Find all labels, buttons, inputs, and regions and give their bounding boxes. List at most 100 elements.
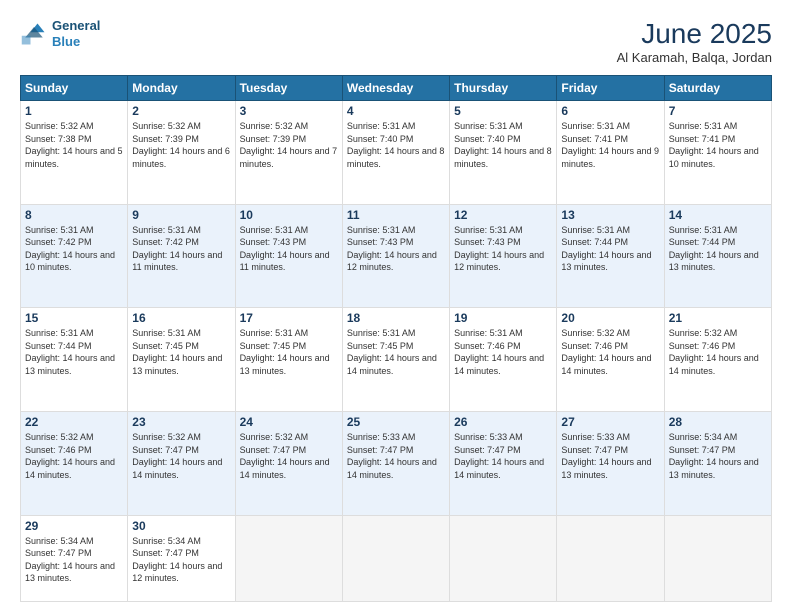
calendar-table: Sunday Monday Tuesday Wednesday Thursday… — [20, 75, 772, 602]
day-info: Sunrise: 5:31 AM Sunset: 7:45 PM Dayligh… — [347, 327, 445, 377]
day-number: 15 — [25, 311, 123, 325]
day-info: Sunrise: 5:33 AM Sunset: 7:47 PM Dayligh… — [454, 431, 552, 481]
page: General Blue June 2025 Al Karamah, Balqa… — [0, 0, 792, 612]
day-info: Sunrise: 5:31 AM Sunset: 7:43 PM Dayligh… — [454, 224, 552, 274]
day-info: Sunrise: 5:31 AM Sunset: 7:45 PM Dayligh… — [240, 327, 338, 377]
logo-general: General — [52, 18, 100, 33]
table-row: 14 Sunrise: 5:31 AM Sunset: 7:44 PM Dayl… — [664, 204, 771, 308]
logo: General Blue — [20, 18, 100, 49]
day-number: 7 — [669, 104, 767, 118]
calendar-week-row: 29 Sunrise: 5:34 AM Sunset: 7:47 PM Dayl… — [21, 515, 772, 601]
day-info: Sunrise: 5:31 AM Sunset: 7:43 PM Dayligh… — [240, 224, 338, 274]
day-number: 21 — [669, 311, 767, 325]
day-number: 13 — [561, 208, 659, 222]
calendar-week-row: 1 Sunrise: 5:32 AM Sunset: 7:38 PM Dayli… — [21, 101, 772, 205]
day-number: 10 — [240, 208, 338, 222]
day-info: Sunrise: 5:31 AM Sunset: 7:44 PM Dayligh… — [669, 224, 767, 274]
table-row: 23 Sunrise: 5:32 AM Sunset: 7:47 PM Dayl… — [128, 411, 235, 515]
day-info: Sunrise: 5:32 AM Sunset: 7:46 PM Dayligh… — [561, 327, 659, 377]
table-row: 6 Sunrise: 5:31 AM Sunset: 7:41 PM Dayli… — [557, 101, 664, 205]
calendar-header-row: Sunday Monday Tuesday Wednesday Thursday… — [21, 76, 772, 101]
logo-icon — [20, 20, 48, 48]
table-row: 12 Sunrise: 5:31 AM Sunset: 7:43 PM Dayl… — [450, 204, 557, 308]
calendar-week-row: 15 Sunrise: 5:31 AM Sunset: 7:44 PM Dayl… — [21, 308, 772, 412]
day-number: 1 — [25, 104, 123, 118]
day-number: 4 — [347, 104, 445, 118]
day-number: 16 — [132, 311, 230, 325]
day-info: Sunrise: 5:31 AM Sunset: 7:42 PM Dayligh… — [25, 224, 123, 274]
day-info: Sunrise: 5:31 AM Sunset: 7:42 PM Dayligh… — [132, 224, 230, 274]
calendar-week-row: 8 Sunrise: 5:31 AM Sunset: 7:42 PM Dayli… — [21, 204, 772, 308]
table-row: 8 Sunrise: 5:31 AM Sunset: 7:42 PM Dayli… — [21, 204, 128, 308]
day-info: Sunrise: 5:32 AM Sunset: 7:47 PM Dayligh… — [240, 431, 338, 481]
day-info: Sunrise: 5:32 AM Sunset: 7:46 PM Dayligh… — [669, 327, 767, 377]
header-sunday: Sunday — [21, 76, 128, 101]
logo-blue: Blue — [52, 34, 80, 49]
day-number: 23 — [132, 415, 230, 429]
table-row: 1 Sunrise: 5:32 AM Sunset: 7:38 PM Dayli… — [21, 101, 128, 205]
day-info: Sunrise: 5:31 AM Sunset: 7:40 PM Dayligh… — [347, 120, 445, 170]
table-row — [235, 515, 342, 601]
table-row: 10 Sunrise: 5:31 AM Sunset: 7:43 PM Dayl… — [235, 204, 342, 308]
day-number: 3 — [240, 104, 338, 118]
table-row: 28 Sunrise: 5:34 AM Sunset: 7:47 PM Dayl… — [664, 411, 771, 515]
table-row: 30 Sunrise: 5:34 AM Sunset: 7:47 PM Dayl… — [128, 515, 235, 601]
table-row — [664, 515, 771, 601]
day-number: 27 — [561, 415, 659, 429]
day-number: 17 — [240, 311, 338, 325]
table-row: 25 Sunrise: 5:33 AM Sunset: 7:47 PM Dayl… — [342, 411, 449, 515]
day-number: 28 — [669, 415, 767, 429]
header-thursday: Thursday — [450, 76, 557, 101]
day-number: 25 — [347, 415, 445, 429]
day-info: Sunrise: 5:32 AM Sunset: 7:39 PM Dayligh… — [240, 120, 338, 170]
table-row: 7 Sunrise: 5:31 AM Sunset: 7:41 PM Dayli… — [664, 101, 771, 205]
day-number: 8 — [25, 208, 123, 222]
table-row: 13 Sunrise: 5:31 AM Sunset: 7:44 PM Dayl… — [557, 204, 664, 308]
table-row: 16 Sunrise: 5:31 AM Sunset: 7:45 PM Dayl… — [128, 308, 235, 412]
day-info: Sunrise: 5:34 AM Sunset: 7:47 PM Dayligh… — [132, 535, 230, 585]
header-saturday: Saturday — [664, 76, 771, 101]
table-row: 4 Sunrise: 5:31 AM Sunset: 7:40 PM Dayli… — [342, 101, 449, 205]
header-wednesday: Wednesday — [342, 76, 449, 101]
table-row: 19 Sunrise: 5:31 AM Sunset: 7:46 PM Dayl… — [450, 308, 557, 412]
day-number: 5 — [454, 104, 552, 118]
day-info: Sunrise: 5:33 AM Sunset: 7:47 PM Dayligh… — [561, 431, 659, 481]
day-info: Sunrise: 5:31 AM Sunset: 7:45 PM Dayligh… — [132, 327, 230, 377]
day-number: 6 — [561, 104, 659, 118]
header-tuesday: Tuesday — [235, 76, 342, 101]
table-row: 17 Sunrise: 5:31 AM Sunset: 7:45 PM Dayl… — [235, 308, 342, 412]
day-number: 22 — [25, 415, 123, 429]
day-info: Sunrise: 5:32 AM Sunset: 7:47 PM Dayligh… — [132, 431, 230, 481]
day-number: 20 — [561, 311, 659, 325]
table-row: 24 Sunrise: 5:32 AM Sunset: 7:47 PM Dayl… — [235, 411, 342, 515]
day-number: 29 — [25, 519, 123, 533]
day-number: 18 — [347, 311, 445, 325]
location: Al Karamah, Balqa, Jordan — [617, 50, 772, 65]
table-row: 5 Sunrise: 5:31 AM Sunset: 7:40 PM Dayli… — [450, 101, 557, 205]
table-row: 9 Sunrise: 5:31 AM Sunset: 7:42 PM Dayli… — [128, 204, 235, 308]
table-row: 21 Sunrise: 5:32 AM Sunset: 7:46 PM Dayl… — [664, 308, 771, 412]
table-row: 29 Sunrise: 5:34 AM Sunset: 7:47 PM Dayl… — [21, 515, 128, 601]
table-row — [450, 515, 557, 601]
day-info: Sunrise: 5:34 AM Sunset: 7:47 PM Dayligh… — [669, 431, 767, 481]
day-number: 24 — [240, 415, 338, 429]
day-info: Sunrise: 5:32 AM Sunset: 7:39 PM Dayligh… — [132, 120, 230, 170]
table-row — [557, 515, 664, 601]
day-info: Sunrise: 5:31 AM Sunset: 7:44 PM Dayligh… — [25, 327, 123, 377]
table-row — [342, 515, 449, 601]
table-row: 20 Sunrise: 5:32 AM Sunset: 7:46 PM Dayl… — [557, 308, 664, 412]
day-info: Sunrise: 5:31 AM Sunset: 7:41 PM Dayligh… — [669, 120, 767, 170]
header-friday: Friday — [557, 76, 664, 101]
table-row: 18 Sunrise: 5:31 AM Sunset: 7:45 PM Dayl… — [342, 308, 449, 412]
day-info: Sunrise: 5:32 AM Sunset: 7:38 PM Dayligh… — [25, 120, 123, 170]
day-number: 12 — [454, 208, 552, 222]
day-number: 11 — [347, 208, 445, 222]
day-number: 14 — [669, 208, 767, 222]
logo-text: General Blue — [52, 18, 100, 49]
day-number: 9 — [132, 208, 230, 222]
table-row: 22 Sunrise: 5:32 AM Sunset: 7:46 PM Dayl… — [21, 411, 128, 515]
title-block: June 2025 Al Karamah, Balqa, Jordan — [617, 18, 772, 65]
table-row: 11 Sunrise: 5:31 AM Sunset: 7:43 PM Dayl… — [342, 204, 449, 308]
day-info: Sunrise: 5:31 AM Sunset: 7:40 PM Dayligh… — [454, 120, 552, 170]
day-number: 30 — [132, 519, 230, 533]
